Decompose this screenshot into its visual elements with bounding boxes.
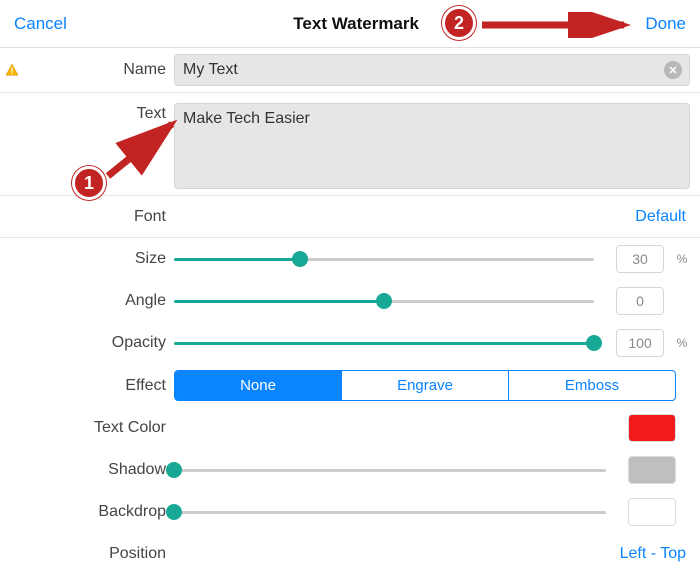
size-row: Size 30 %	[0, 238, 700, 280]
name-row: Name	[0, 48, 700, 93]
header-bar: Cancel Text Watermark Done	[0, 0, 700, 48]
shadow-swatch[interactable]	[628, 456, 676, 484]
effect-option-engrave[interactable]: Engrave	[341, 371, 508, 400]
size-slider[interactable]	[174, 251, 594, 267]
backdrop-swatch[interactable]	[628, 498, 676, 526]
text-input[interactable]	[174, 103, 690, 189]
text-row: Text	[0, 93, 700, 196]
opacity-value[interactable]: 100	[616, 329, 664, 357]
shadow-slider[interactable]	[174, 462, 606, 478]
text-label: Text	[137, 105, 166, 123]
effect-option-none[interactable]: None	[175, 371, 341, 400]
opacity-slider[interactable]	[174, 335, 594, 351]
angle-value[interactable]: 0	[616, 287, 664, 315]
angle-row: Angle 0	[0, 280, 700, 322]
name-label: Name	[123, 61, 166, 79]
warning-icon	[5, 63, 19, 77]
effect-option-emboss[interactable]: Emboss	[508, 371, 675, 400]
opacity-row: Opacity 100 %	[0, 322, 700, 364]
page-title: Text Watermark	[293, 14, 419, 34]
position-row[interactable]: Position Left - Top	[0, 533, 700, 575]
position-label: Position	[109, 545, 166, 563]
size-value[interactable]: 30	[616, 245, 664, 273]
angle-slider[interactable]	[174, 293, 594, 309]
clear-name-icon[interactable]	[664, 61, 682, 79]
textcolor-swatch[interactable]	[628, 414, 676, 442]
textcolor-label: Text Color	[94, 419, 166, 437]
font-label: Font	[134, 208, 166, 226]
shadow-label: Shadow	[108, 461, 166, 479]
font-value[interactable]: Default	[174, 208, 690, 226]
cancel-button[interactable]: Cancel	[14, 14, 67, 34]
backdrop-slider[interactable]	[174, 504, 606, 520]
font-row[interactable]: Font Default	[0, 196, 700, 238]
angle-label: Angle	[125, 292, 166, 310]
position-value[interactable]: Left - Top	[174, 545, 690, 563]
backdrop-label: Backdrop	[98, 503, 166, 521]
opacity-label: Opacity	[112, 334, 166, 352]
name-input[interactable]	[174, 54, 690, 86]
effect-label: Effect	[125, 377, 166, 395]
effect-segmented: None Engrave Emboss	[174, 370, 676, 401]
shadow-row: Shadow	[0, 449, 700, 491]
textcolor-row: Text Color	[0, 407, 700, 449]
backdrop-row: Backdrop	[0, 491, 700, 533]
size-label: Size	[135, 250, 166, 268]
size-unit: %	[674, 252, 690, 266]
effect-row: Effect None Engrave Emboss	[0, 364, 700, 407]
done-button[interactable]: Done	[645, 14, 686, 34]
opacity-unit: %	[674, 336, 690, 350]
